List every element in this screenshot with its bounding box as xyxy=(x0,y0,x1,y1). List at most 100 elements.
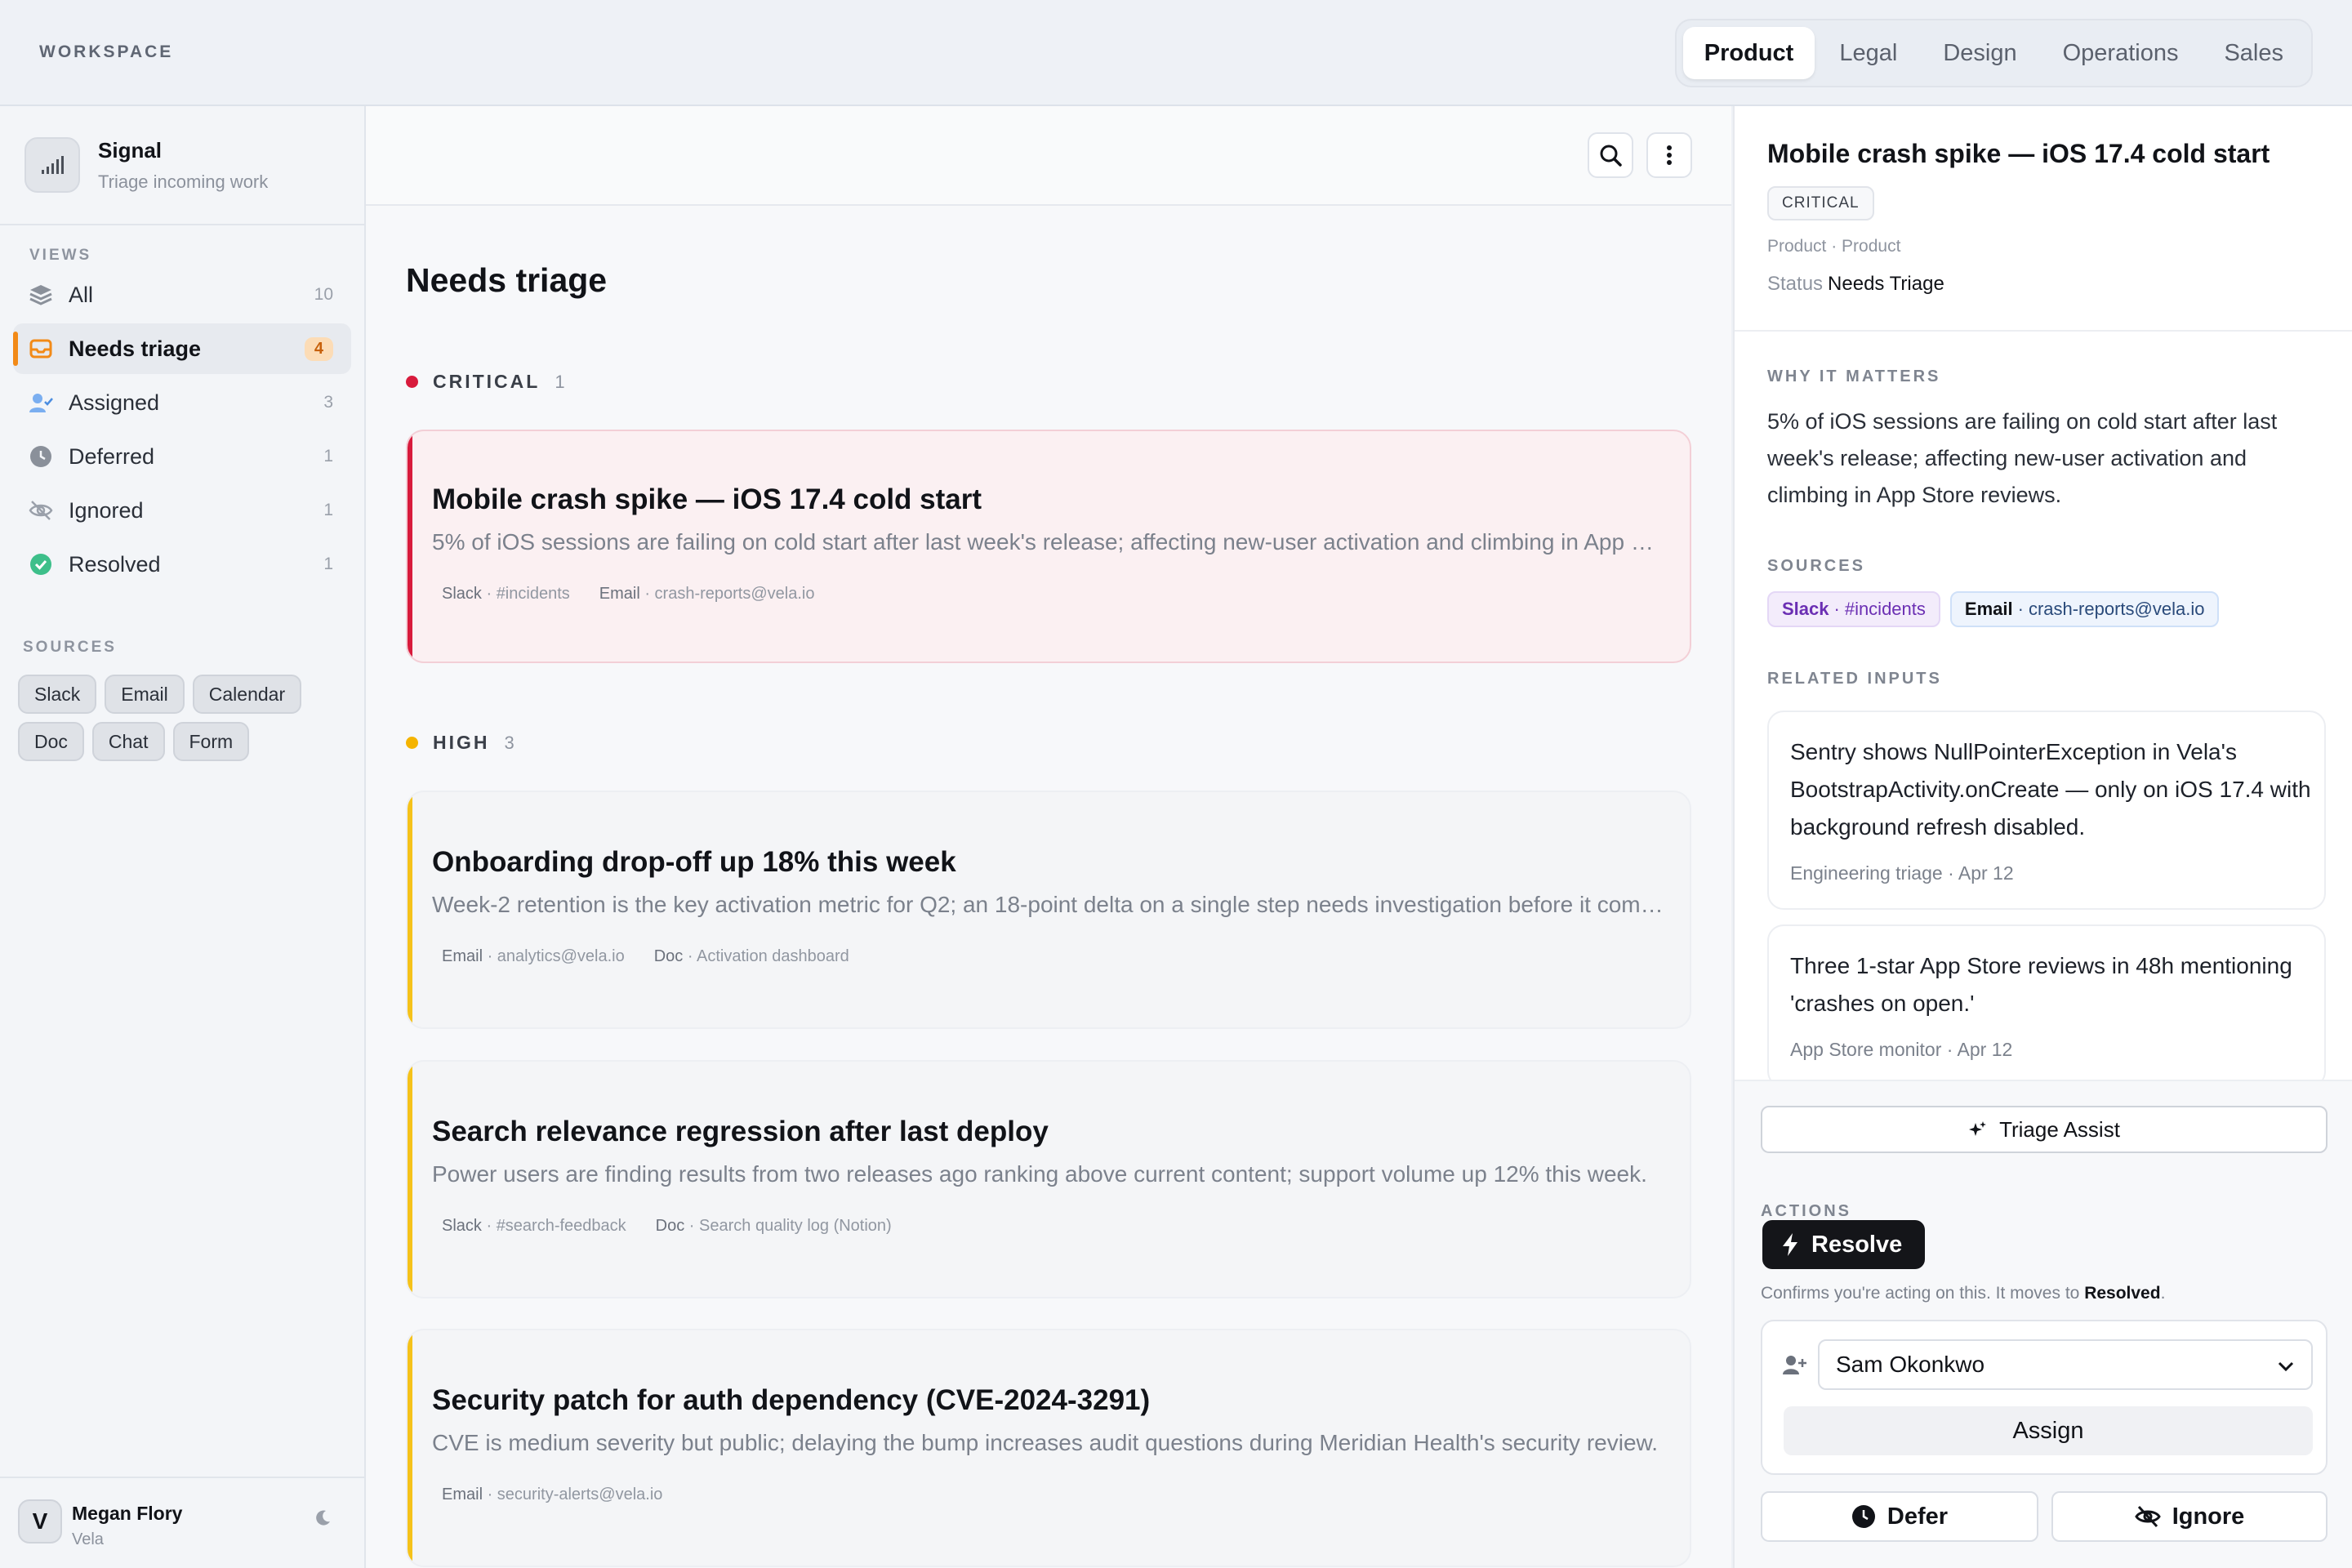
detail-status: Status Needs Triage xyxy=(1767,273,1944,295)
group-name: HIGH xyxy=(433,732,490,753)
view-deferred[interactable]: Deferred 1 xyxy=(13,431,351,482)
tab-product[interactable]: Product xyxy=(1682,27,1815,79)
view-label: Resolved xyxy=(69,551,161,577)
card-source: Email · security-alerts@vela.io xyxy=(442,1486,663,1503)
card-sources: Email · security-alerts@vela.io xyxy=(442,1486,662,1504)
sources-label: SOURCES xyxy=(23,639,117,656)
status-value: Needs Triage xyxy=(1828,273,1944,295)
detail-panel: Mobile crash spike — iOS 17.4 cold start… xyxy=(1733,106,2352,1568)
brand: Signal Triage incoming work xyxy=(24,137,268,193)
user-footer: V Megan Flory Vela xyxy=(0,1477,364,1568)
related-text: Sentry shows NullPointerException in Vel… xyxy=(1790,739,2311,840)
actions-label: ACTIONS xyxy=(1761,1202,1851,1220)
resolve-hint: Confirms you're acting on this. It moves… xyxy=(1761,1284,2166,1303)
related-text: Three 1-star App Store reviews in 48h me… xyxy=(1790,953,2292,1016)
source-chip-slack[interactable]: Slack · #incidents xyxy=(1767,591,1940,627)
card-title: Onboarding drop-off up 18% this week xyxy=(432,846,956,878)
signal-bars-icon xyxy=(24,137,80,193)
view-count: 3 xyxy=(323,393,333,412)
triage-card-selected[interactable]: Mobile crash spike — iOS 17.4 cold start… xyxy=(406,430,1691,663)
card-description: CVE is medium severity but public; delay… xyxy=(432,1430,1658,1455)
source-chip-calendar[interactable]: Calendar xyxy=(192,675,302,714)
bolt-icon xyxy=(1780,1232,1800,1257)
view-resolved[interactable]: Resolved 1 xyxy=(13,539,351,590)
card-sources: Email · analytics@vela.io Doc · Activati… xyxy=(442,947,849,966)
view-all[interactable]: All 10 xyxy=(13,270,351,320)
search-button[interactable] xyxy=(1588,132,1633,178)
triage-card[interactable]: Security patch for auth dependency (CVE-… xyxy=(406,1329,1691,1567)
card-description: 5% of iOS sessions are failing on cold s… xyxy=(432,529,1667,555)
views-label: VIEWS xyxy=(29,247,92,264)
related-input[interactable]: Three 1-star App Store reviews in 48h me… xyxy=(1767,924,2326,1088)
group-header-high: HIGH 3 xyxy=(406,732,514,754)
severity-badge: CRITICAL xyxy=(1767,186,1874,220)
more-options-button[interactable] xyxy=(1646,132,1692,178)
triage-card[interactable]: Onboarding drop-off up 18% this week Wee… xyxy=(406,791,1691,1029)
card-title: Security patch for auth dependency (CVE-… xyxy=(432,1384,1151,1416)
group-header-critical: CRITICAL 1 xyxy=(406,371,565,393)
tab-operations[interactable]: Operations xyxy=(2042,27,2200,79)
avatar[interactable]: V xyxy=(18,1499,62,1544)
view-ignored[interactable]: Ignored 1 xyxy=(13,485,351,536)
card-title: Mobile crash spike — iOS 17.4 cold start xyxy=(432,483,982,515)
divider xyxy=(1735,330,2352,332)
group-count: 3 xyxy=(504,732,514,753)
related-input[interactable]: Sentry shows NullPointerException in Vel… xyxy=(1767,710,2326,910)
view-label: Deferred xyxy=(69,443,155,469)
moon-icon[interactable] xyxy=(314,1509,332,1527)
detail-title: Mobile crash spike — iOS 17.4 cold start xyxy=(1767,139,2270,168)
page-title: Needs triage xyxy=(406,261,608,299)
detail-sources: Slack · #incidents Email · crash-reports@vel… xyxy=(1767,591,2220,627)
tab-design[interactable]: Design xyxy=(1922,27,2038,79)
card-sources: Slack · #incidents Email · crash-reports… xyxy=(442,585,814,604)
sparkle-icon xyxy=(1968,1120,1988,1139)
card-sources: Slack · #search-feedback Doc · Search qu… xyxy=(442,1217,892,1236)
source-chip-email[interactable]: Email · crash-reports@vela.io xyxy=(1949,591,2220,627)
view-count: 1 xyxy=(323,447,333,466)
view-assigned[interactable]: Assigned 3 xyxy=(13,377,351,428)
group-name: CRITICAL xyxy=(433,371,541,392)
source-chip-chat[interactable]: Chat xyxy=(91,722,165,761)
triage-assist-button[interactable]: Triage Assist xyxy=(1761,1106,2328,1153)
views-list: All 10 Needs triage 4 Assigned 3 Deferre… xyxy=(13,270,351,593)
why-text: 5% of iOS sessions are failing on cold s… xyxy=(1767,409,2278,507)
source-chip-slack[interactable]: Slack xyxy=(18,675,97,714)
user-org: Vela xyxy=(72,1530,104,1548)
top-bar: WORKSPACE Product Legal Design Operation… xyxy=(0,0,2352,106)
chevron-down-icon xyxy=(2275,1356,2296,1377)
assignee-select[interactable]: Sam Okonkwo xyxy=(1818,1339,2313,1390)
assign-button[interactable]: Assign xyxy=(1784,1406,2313,1455)
clock-icon xyxy=(1851,1504,1876,1529)
actions-area: Triage Assist ACTIONS Resolve Confirms y… xyxy=(1735,1080,2352,1568)
brand-name: Signal xyxy=(98,137,163,163)
check-circle-icon xyxy=(28,551,54,577)
view-needs-triage[interactable]: Needs triage 4 xyxy=(13,323,351,374)
tab-sales[interactable]: Sales xyxy=(2203,27,2305,79)
card-source: Slack · #search-feedback xyxy=(442,1217,626,1235)
defer-button[interactable]: Defer xyxy=(1761,1491,2038,1542)
card-description: Week-2 retention is the key activation m… xyxy=(432,892,1667,917)
resolve-button[interactable]: Resolve xyxy=(1762,1220,1926,1269)
triage-card[interactable]: Search relevance regression after last d… xyxy=(406,1060,1691,1298)
view-label: Needs triage xyxy=(69,336,202,361)
card-source: Email · analytics@vela.io xyxy=(442,947,625,965)
source-chip-form[interactable]: Form xyxy=(172,722,250,761)
ignore-button[interactable]: Ignore xyxy=(2051,1491,2328,1542)
view-count-badge: 4 xyxy=(304,336,333,361)
tab-legal[interactable]: Legal xyxy=(1818,27,1918,79)
main-toolbar xyxy=(366,106,1731,206)
search-icon xyxy=(1598,143,1623,167)
source-chip-doc[interactable]: Doc xyxy=(18,722,84,761)
related-meta: Engineering triage · Apr 12 xyxy=(1790,862,2014,884)
department-tabs: Product Legal Design Operations Sales xyxy=(1674,19,2313,87)
view-count: 1 xyxy=(323,501,333,519)
divider xyxy=(0,224,364,225)
severity-dot xyxy=(406,376,418,388)
eye-off-icon xyxy=(2134,1505,2161,1528)
source-chip-email[interactable]: Email xyxy=(105,675,185,714)
card-description: Power users are finding results from two… xyxy=(432,1161,1647,1187)
related-label: RELATED INPUTS xyxy=(1767,670,1942,688)
main-content: Needs triage CRITICAL 1 Mobile crash spi… xyxy=(366,106,1731,1568)
user-check-icon xyxy=(28,390,54,416)
workspace-label: WORKSPACE xyxy=(39,42,174,61)
